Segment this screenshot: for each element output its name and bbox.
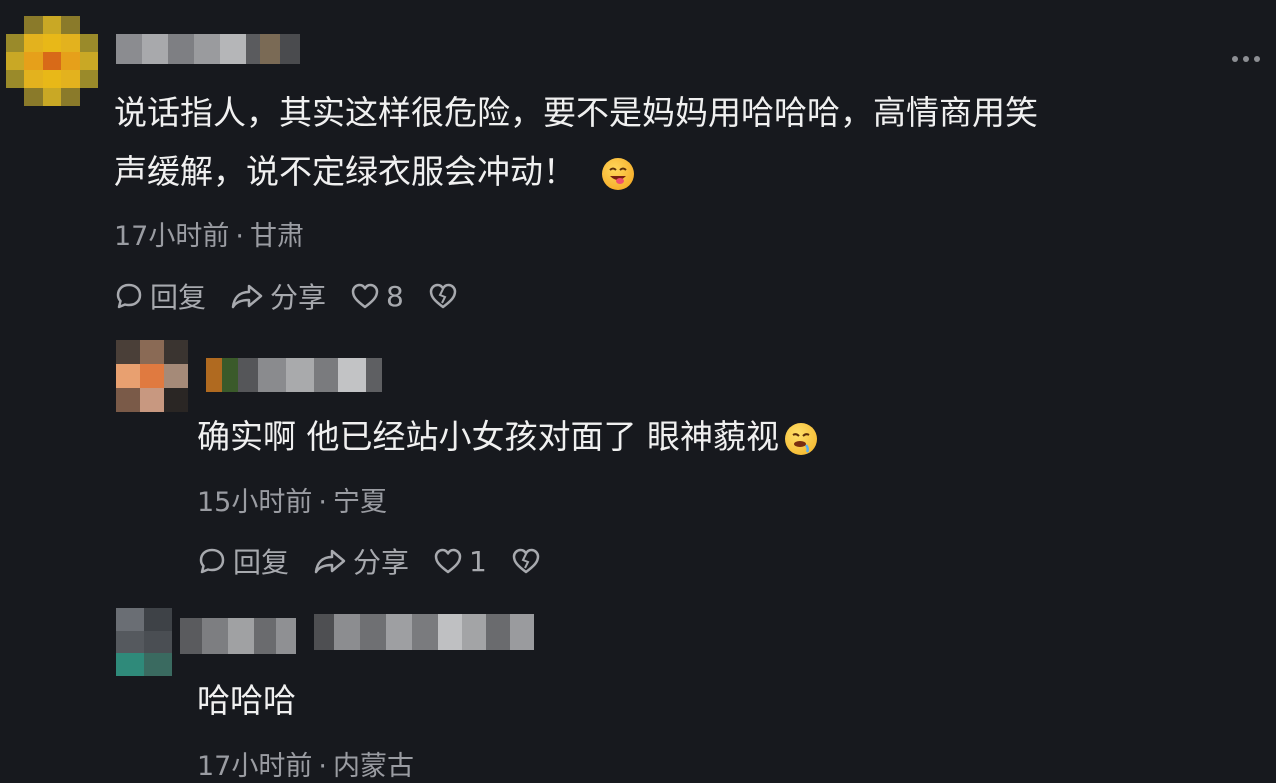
username-blurred[interactable] [116, 34, 300, 64]
comment-actions: 回复 分享 8 [114, 276, 488, 316]
avatar[interactable] [6, 16, 98, 106]
like-button[interactable]: 8 [350, 280, 404, 313]
like-button[interactable]: 1 [433, 545, 487, 578]
comment-bubble-icon [199, 548, 225, 574]
comment-text: 说话指人，其实这样很危险，要不是妈妈用哈哈哈，高情商用笑 [114, 93, 1038, 132]
more-options-icon[interactable] [1232, 56, 1260, 62]
drooling-face-emoji-icon [784, 422, 817, 455]
reply-actions: 回复 分享 1 [197, 541, 571, 581]
dislike-button[interactable] [428, 282, 464, 310]
heart-icon [351, 283, 379, 309]
avatar[interactable] [116, 340, 188, 412]
reply-meta: 17小时前 · 内蒙古 [197, 751, 414, 782]
reply-button[interactable]: 回复 [197, 541, 289, 581]
broken-heart-icon [429, 283, 457, 309]
share-button[interactable]: 分享 [230, 276, 326, 316]
share-arrow-icon [314, 549, 346, 574]
username-blurred[interactable] [206, 358, 382, 392]
reply-text: 确实啊 他已经站小女孩对面了 眼神藐视 [197, 408, 817, 466]
broken-heart-icon [512, 548, 540, 574]
comment-bubble-icon [116, 283, 142, 309]
heart-icon [434, 548, 462, 574]
reply-meta: 15小时前 · 宁夏 [197, 487, 387, 518]
share-button[interactable]: 分享 [313, 541, 409, 581]
comment-text: 声缓解，说不定绿衣服会冲动！ [114, 143, 634, 201]
avatar[interactable] [116, 608, 172, 676]
username-blurred[interactable] [314, 614, 534, 650]
share-arrow-icon [231, 284, 263, 309]
comment-meta: 17小时前 · 甘肃 [114, 221, 304, 252]
reply-button[interactable]: 回复 [114, 276, 206, 316]
dislike-button[interactable] [511, 547, 547, 575]
username-blurred[interactable] [180, 618, 296, 654]
reply-text: 哈哈哈 [197, 681, 296, 720]
grinning-tongue-emoji-icon [602, 157, 634, 190]
